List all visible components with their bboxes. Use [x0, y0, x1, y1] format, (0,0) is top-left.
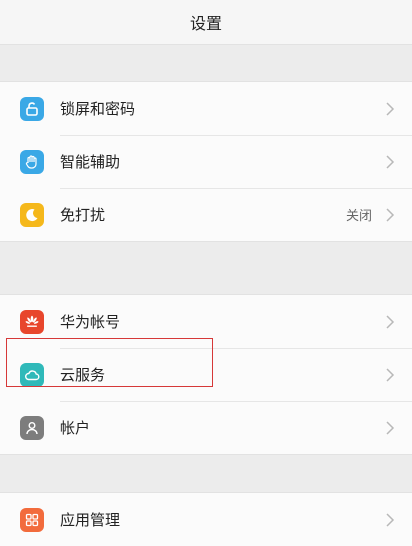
- settings-item-huawei-id[interactable]: 华为帐号: [0, 295, 412, 348]
- person-icon: [20, 415, 44, 440]
- section-spacer: [0, 454, 412, 493]
- moon-icon: [20, 202, 44, 227]
- chevron-right-icon: [382, 367, 398, 383]
- huawei-icon: [20, 309, 44, 334]
- settings-item-label: 智能辅助: [60, 153, 121, 171]
- page-title: 设置: [189, 14, 222, 33]
- settings-item-lock-screen[interactable]: 锁屏和密码: [0, 82, 412, 135]
- settings-item-label: 华为帐号: [60, 313, 121, 331]
- settings-group-security: 锁屏和密码 智能辅助 免打扰 关闭: [0, 82, 412, 241]
- chevron-right-icon: [382, 207, 398, 223]
- settings-group-apps: 应用管理: [0, 493, 412, 546]
- lock-icon: [20, 96, 44, 121]
- settings-item-label: 帐户: [60, 419, 91, 437]
- chevron-right-icon: [382, 512, 398, 528]
- settings-item-do-not-disturb[interactable]: 免打扰 关闭: [0, 188, 412, 241]
- chevron-right-icon: [382, 420, 398, 436]
- settings-item-accounts[interactable]: 帐户: [0, 401, 412, 454]
- settings-item-smart-assist[interactable]: 智能辅助: [0, 135, 412, 188]
- dnd-status-value: 关闭: [345, 209, 372, 224]
- settings-item-label: 锁屏和密码: [60, 100, 136, 118]
- apps-grid-icon: [20, 507, 44, 532]
- settings-item-cloud-service[interactable]: 云服务: [0, 348, 412, 401]
- chevron-right-icon: [382, 101, 398, 117]
- settings-item-label: 应用管理: [60, 511, 121, 529]
- section-spacer: [0, 45, 412, 82]
- chevron-right-icon: [382, 314, 398, 330]
- chevron-right-icon: [382, 154, 398, 170]
- cloud-icon: [20, 362, 44, 387]
- settings-item-label: 云服务: [60, 366, 106, 384]
- section-spacer: [0, 241, 412, 295]
- hand-icon: [20, 149, 44, 174]
- settings-group-accounts: 华为帐号 云服务 帐户: [0, 295, 412, 454]
- page-title-bar: 设置: [0, 0, 412, 45]
- settings-item-app-management[interactable]: 应用管理: [0, 493, 412, 546]
- settings-item-label: 免打扰: [60, 206, 106, 224]
